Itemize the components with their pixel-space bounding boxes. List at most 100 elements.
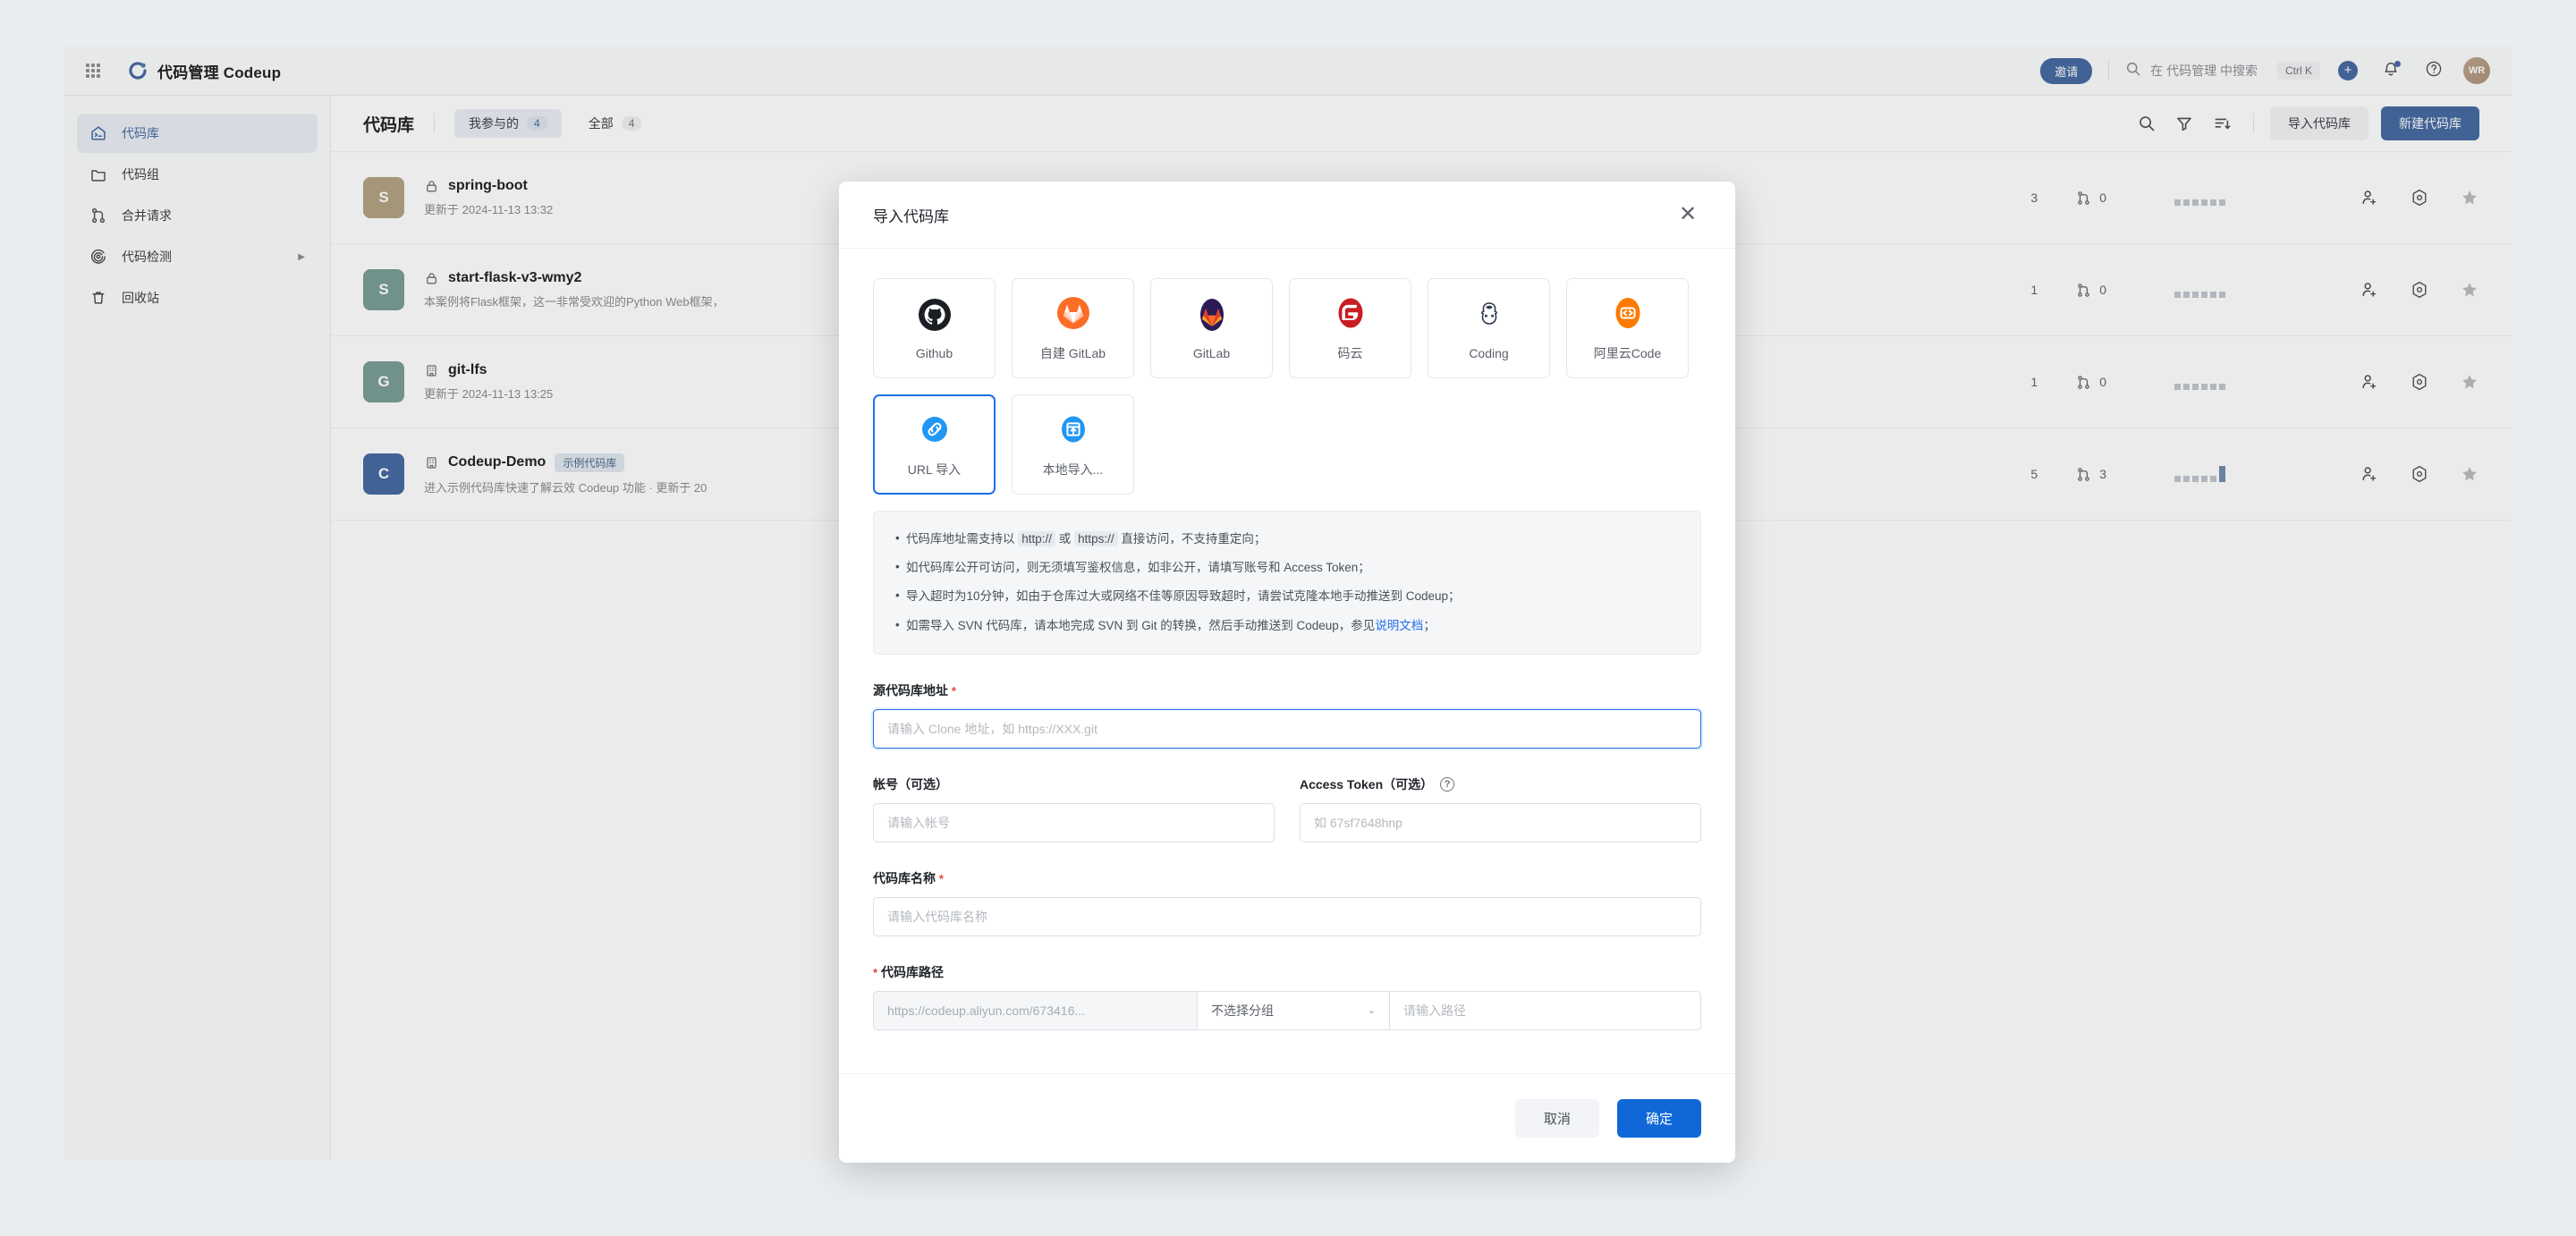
search-placeholder: 在 代码管理 中搜索 [2150, 63, 2258, 78]
merge-request-count-stat: 0 [2075, 190, 2106, 207]
folder-icon [89, 165, 107, 183]
question-mark-icon[interactable]: ? [1440, 776, 1455, 792]
sidebar-item-recycle-bin[interactable]: 回收站 [77, 278, 318, 317]
star-icon[interactable] [2460, 188, 2479, 207]
repository-name-field: 代码库名称 * [873, 869, 1701, 936]
tab-all-repositories[interactable]: 全部 4 [574, 109, 657, 138]
repository-row-actions [2360, 188, 2479, 207]
toolbar-divider [2253, 114, 2254, 133]
notice-item: 如代码库公开可访问，则无须填写鉴权信息，如非公开，请填写账号和 Access T… [895, 559, 1679, 576]
source-url-label: 源代码库地址 * [873, 681, 1701, 699]
sidebar-item-code-scan[interactable]: 代码检测 ▶ [77, 237, 318, 276]
provider-card-upload[interactable]: 本地导入... [1012, 394, 1134, 495]
repository-avatar: S [363, 269, 404, 310]
repository-name-line: Codeup-Demo 示例代码库 [424, 453, 707, 472]
star-count-stat: 3 [2030, 190, 2038, 205]
account-field: 帐号（可选） [873, 775, 1275, 842]
brand[interactable]: 代码管理 Codeup [127, 60, 281, 82]
close-icon[interactable]: ✕ [1674, 201, 1701, 228]
repository-avatar: S [363, 177, 404, 218]
avatar[interactable]: WR [2463, 57, 2490, 84]
chevron-down-icon: ⌄ [1367, 1005, 1376, 1017]
documentation-link[interactable]: 说明文档 [1375, 619, 1423, 632]
https-pill: https:// [1074, 531, 1118, 546]
activity-sparkline [2174, 374, 2225, 390]
provider-card-coding[interactable]: Coding [1428, 278, 1550, 378]
provider-label: Github [915, 346, 953, 360]
notice-item: 导入超时为10分钟，如由于仓库过大或网络不佳等原因导致超时，请尝试克隆本地手动推… [895, 588, 1679, 605]
settings-icon[interactable] [2410, 188, 2429, 207]
repository-stats: 53 [2030, 464, 2479, 484]
dialog-body[interactable]: Github 自建 GitLab GitLab 码云 Coding 阿里云Code URL … [839, 249, 1735, 1073]
sidebar-item-groups[interactable]: 代码组 [77, 155, 318, 194]
filter-icon[interactable] [2169, 108, 2199, 139]
repository-row-actions [2360, 464, 2479, 484]
tab-my-repositories[interactable]: 我参与的 4 [454, 109, 562, 138]
help-button[interactable] [2419, 55, 2449, 86]
header-divider [2108, 61, 2110, 80]
repository-name-line: spring-boot [424, 178, 553, 194]
merge-request-icon [2075, 190, 2092, 207]
scan-icon [89, 248, 107, 266]
star-count: 1 [2030, 375, 2038, 389]
provider-card-github[interactable]: Github [873, 278, 996, 378]
question-mark-icon [2425, 60, 2443, 82]
app-grid-icon[interactable] [86, 63, 100, 78]
star-count-stat: 1 [2030, 283, 2038, 297]
repository-name-input[interactable] [873, 896, 1701, 936]
add-member-icon[interactable] [2360, 188, 2379, 207]
settings-icon[interactable] [2410, 372, 2429, 392]
provider-card-aliyun-code[interactable]: 阿里云Code [1566, 278, 1689, 378]
github-icon [916, 296, 953, 334]
notice-item: 代码库地址需支持以 http:// 或 https:// 直接访问，不支持重定向… [895, 530, 1679, 547]
cancel-button[interactable]: 取消 [1514, 1099, 1599, 1138]
repository-path-input[interactable] [1389, 990, 1701, 1030]
import-repository-button[interactable]: 导入代码库 [2270, 106, 2368, 140]
access-token-input[interactable] [1300, 802, 1701, 842]
provider-card-link[interactable]: URL 导入 [873, 394, 996, 495]
merge-request-count: 3 [2099, 467, 2106, 481]
sidebar-item-merge-requests[interactable]: 合并请求 [77, 196, 318, 235]
new-repository-button[interactable]: 新建代码库 [2381, 106, 2479, 140]
aliyun-code-icon [1609, 294, 1647, 332]
repository-info: git-lfs 更新于 2024-11-13 13:25 [424, 362, 553, 402]
star-icon[interactable] [2460, 280, 2479, 300]
confirm-button[interactable]: 确定 [1616, 1099, 1701, 1138]
merge-request-count-stat: 0 [2075, 374, 2106, 391]
star-icon[interactable] [2460, 372, 2479, 392]
account-input[interactable] [873, 802, 1275, 842]
settings-icon[interactable] [2410, 464, 2429, 484]
repository-description: 进入示例代码库快速了解云效 Codeup 功能 · 更新于 20 [424, 480, 708, 495]
add-button[interactable]: + [2333, 55, 2363, 86]
source-url-input[interactable] [873, 708, 1701, 749]
repository-name: Codeup-Demo [448, 454, 547, 470]
provider-card-gitee[interactable]: 码云 [1289, 278, 1411, 378]
add-member-icon[interactable] [2360, 280, 2379, 300]
building-icon [424, 363, 439, 378]
sidebar-item-repositories[interactable]: 代码库 [77, 114, 318, 153]
sort-icon[interactable] [2207, 108, 2237, 139]
invite-button[interactable]: 邀请 [2040, 57, 2093, 84]
add-member-icon[interactable] [2360, 372, 2379, 392]
add-member-icon[interactable] [2360, 464, 2379, 484]
required-marker: * [951, 683, 956, 698]
link-icon [916, 411, 953, 448]
notice-text: 直接访问，不支持重定向； [1117, 532, 1267, 546]
repository-description: 本案例将Flask框架，这一非常受欢迎的Python Web框架， [424, 295, 724, 309]
star-icon[interactable] [2460, 464, 2479, 484]
group-select[interactable]: 不选择分组 ⌄ [1197, 990, 1389, 1030]
provider-label: 自建 GitLab [1039, 346, 1106, 360]
merge-request-count: 0 [2099, 283, 2106, 297]
global-search[interactable]: 在 代码管理 中搜索 Ctrl K [2125, 61, 2320, 81]
provider-card-gitlab[interactable]: GitLab [1150, 278, 1273, 378]
star-count-stat: 5 [2030, 467, 2038, 481]
notifications-button[interactable] [2376, 55, 2406, 86]
provider-card-gitlab-fox[interactable]: 自建 GitLab [1012, 278, 1134, 378]
settings-icon[interactable] [2410, 280, 2429, 300]
search-icon[interactable] [2131, 108, 2162, 139]
upload-icon [1055, 411, 1092, 448]
dialog-footer: 取消 确定 [839, 1073, 1735, 1163]
repository-name-label-text: 代码库名称 [873, 870, 936, 885]
tab-label: 我参与的 [469, 116, 520, 131]
access-token-label: Access Token（可选） [1300, 776, 1434, 792]
